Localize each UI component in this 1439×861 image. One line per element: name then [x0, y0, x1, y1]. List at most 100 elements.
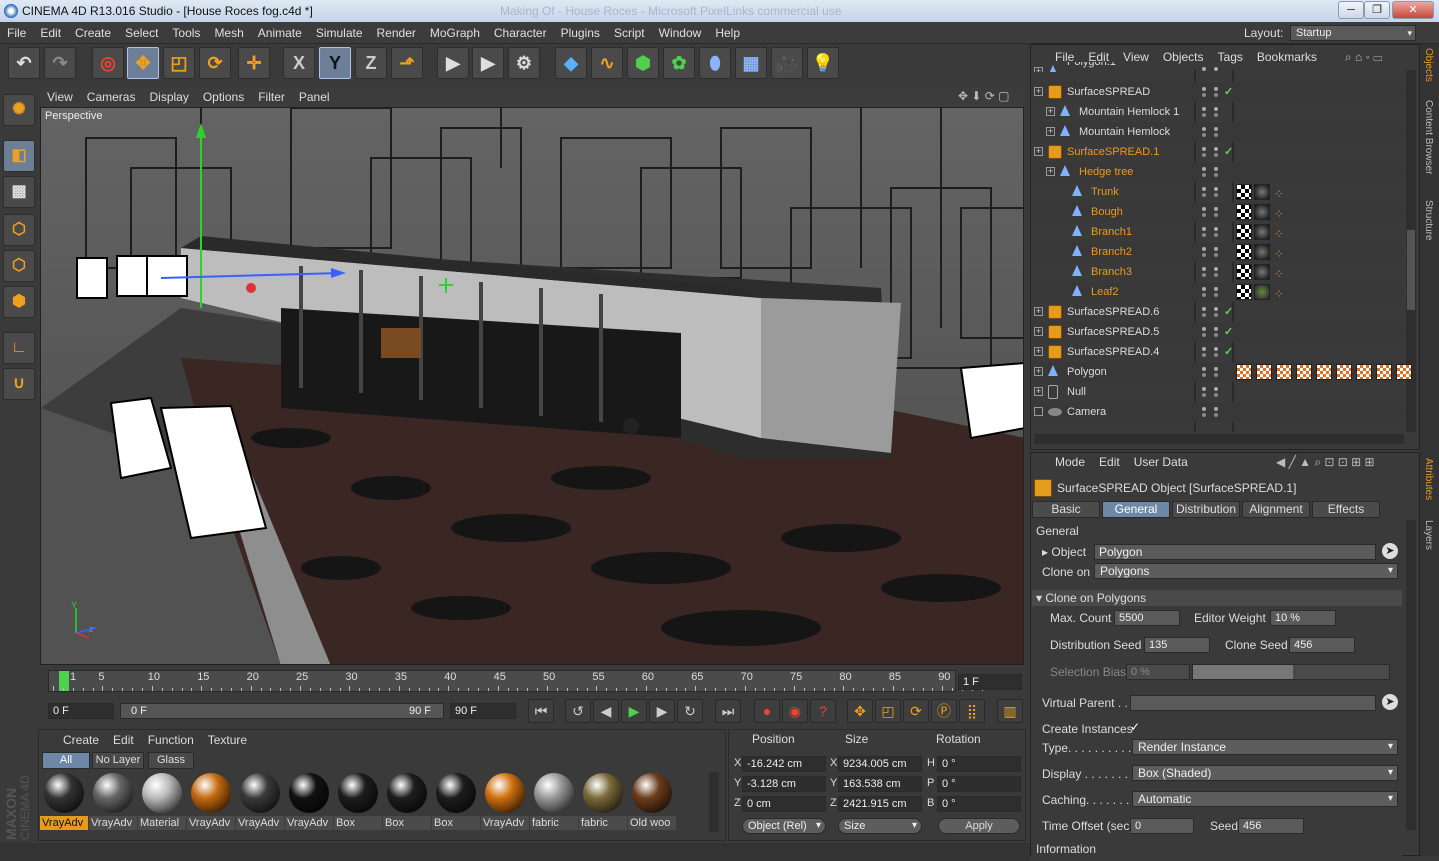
visibility-dots-icon[interactable] — [1202, 87, 1206, 97]
viewport-menu-view[interactable]: View — [40, 87, 80, 107]
object-row[interactable]: + Mountain Hemlock 1 — [1032, 102, 1404, 122]
key-pla-icon[interactable]: ⣿ — [959, 699, 985, 723]
position-field[interactable]: -16.242 cm — [742, 756, 826, 772]
expand-icon[interactable]: + — [1034, 307, 1043, 316]
keyframe-selection-icon[interactable]: ? — [810, 699, 836, 723]
record-keys-icon[interactable]: ● — [754, 699, 780, 723]
end-frame-field[interactable]: 90 F — [450, 703, 516, 719]
menu-mesh[interactable]: Mesh — [207, 22, 250, 44]
side-tab-structure[interactable]: Structure — [1423, 200, 1434, 241]
menu-create[interactable]: Create — [68, 22, 118, 44]
prev-frame-icon[interactable]: ◀ — [593, 699, 619, 723]
time-offset-field[interactable]: 0 — [1130, 818, 1194, 834]
visibility-dots-icon[interactable] — [1202, 207, 1206, 217]
attribute-menu-mode[interactable]: Mode — [1048, 449, 1092, 475]
object-row[interactable]: + SurfaceSPREAD.5 ✓ — [1032, 322, 1404, 342]
object-row[interactable]: + Mountain Hemlock — [1032, 122, 1404, 142]
attribute-tab-distribution[interactable]: Distribution — [1172, 501, 1240, 518]
texture-tag-icon[interactable] — [1236, 204, 1252, 220]
start-frame-field[interactable]: 0 F — [48, 703, 114, 719]
type-select[interactable]: Render Instance — [1132, 739, 1398, 755]
viewport-menu-cameras[interactable]: Cameras — [80, 87, 143, 107]
texture-tag-icon[interactable] — [1396, 364, 1412, 380]
enabled-check-icon[interactable]: ✓ — [1224, 142, 1233, 162]
material-swatch[interactable]: Material — [138, 771, 186, 831]
object-row[interactable]: Branch3 ⁘ — [1032, 262, 1404, 282]
side-tab-content-browser[interactable]: Content Browser — [1423, 100, 1434, 174]
camera-icon[interactable]: 🎥 — [771, 47, 803, 79]
array-icon[interactable]: ✿ — [663, 47, 695, 79]
seed-field[interactable]: 456 — [1238, 818, 1304, 834]
attribute-scrollbar[interactable] — [1406, 520, 1416, 830]
attribute-tab-effects[interactable]: Effects — [1312, 501, 1380, 518]
enabled-check-icon[interactable]: ✓ — [1224, 322, 1233, 342]
max-count-field[interactable]: 5500 — [1114, 610, 1180, 626]
menu-select[interactable]: Select — [118, 22, 165, 44]
material-menu-texture[interactable]: Texture — [201, 730, 254, 750]
clone-on-select[interactable]: Polygons — [1094, 563, 1398, 579]
material-swatch[interactable]: fabric — [579, 771, 627, 831]
texture-tag-icon[interactable] — [1236, 224, 1252, 240]
material-swatch[interactable]: VrayAdv — [481, 771, 529, 831]
next-key-icon[interactable]: ↻ — [677, 699, 703, 723]
material-swatch[interactable]: Old woo — [628, 771, 676, 831]
material-swatch[interactable]: Box — [383, 771, 431, 831]
recent-tools-icon[interactable]: ✛ — [238, 47, 270, 79]
coord-size-select[interactable]: Size — [838, 818, 922, 834]
create-instances-checkbox[interactable]: ✓ — [1130, 721, 1143, 734]
virtual-parent-field[interactable] — [1130, 695, 1376, 711]
key-parameter-icon[interactable]: Ⓟ — [931, 699, 957, 723]
move-tool-icon[interactable]: ✥ — [127, 47, 159, 79]
attribute-menu-user-data[interactable]: User Data — [1127, 449, 1195, 475]
selection-bias-field[interactable]: 0 % — [1126, 664, 1190, 680]
render-dots-icon[interactable] — [1214, 407, 1218, 417]
timeline-window-icon[interactable]: ▥ — [997, 699, 1023, 723]
timeline-ruler[interactable]: 1 051015202530354045505560657075808590 — [48, 670, 983, 692]
visibility-dots-icon[interactable] — [1202, 367, 1206, 377]
texture-tag-icon[interactable] — [1236, 264, 1252, 280]
render-picture-viewer-icon[interactable]: ▶ — [472, 47, 504, 79]
menu-plugins[interactable]: Plugins — [554, 22, 607, 44]
layout-select[interactable]: Startup ▾ — [1290, 25, 1416, 41]
floor-icon[interactable]: ▦ — [735, 47, 767, 79]
expand-icon[interactable]: + — [1034, 87, 1043, 96]
texture-tag-icon[interactable] — [1376, 364, 1392, 380]
material-menu-function[interactable]: Function — [141, 730, 201, 750]
selection-bias-slider[interactable] — [1192, 664, 1390, 680]
clone-seed-field[interactable]: 456 — [1289, 637, 1355, 653]
play-icon[interactable]: ▶ — [621, 699, 647, 723]
tag-dots-icon[interactable]: ⁘ — [1274, 224, 1284, 244]
material-scrollbar[interactable] — [709, 772, 719, 832]
spline-icon[interactable]: ∿ — [591, 47, 623, 79]
edges-mode-icon[interactable]: ⬡ — [3, 250, 35, 282]
redo-button[interactable]: ↷ — [44, 47, 76, 79]
material-swatch[interactable]: VrayAdv — [285, 771, 333, 831]
pick-object-icon[interactable]: ➤ — [1382, 543, 1398, 559]
distribution-seed-field[interactable]: 135 — [1144, 637, 1210, 653]
snap-icon[interactable]: ∪ — [3, 368, 35, 400]
enabled-check-icon[interactable]: ✓ — [1224, 82, 1233, 102]
expand-icon[interactable]: + — [1034, 327, 1043, 336]
expand-icon[interactable]: + — [1034, 387, 1043, 396]
undo-button[interactable]: ↶ — [8, 47, 40, 79]
side-tab-layers[interactable]: Layers — [1423, 520, 1434, 550]
object-row[interactable]: + SurfaceSPREAD.1 ✓ — [1032, 142, 1404, 162]
texture-tag-icon[interactable] — [1336, 364, 1352, 380]
material-menu-edit[interactable]: Edit — [106, 730, 141, 750]
points-mode-icon[interactable]: ⬡ — [3, 214, 35, 246]
object-row[interactable]: + Polygon — [1032, 362, 1412, 382]
object-row[interactable]: Branch2 ⁘ — [1032, 242, 1404, 262]
texture-tag-icon[interactable] — [1256, 364, 1272, 380]
visibility-dots-icon[interactable] — [1202, 167, 1206, 177]
prev-key-icon[interactable]: ↺ — [565, 699, 591, 723]
attribute-tab-basic[interactable]: Basic — [1032, 501, 1100, 518]
menu-file[interactable]: File — [0, 22, 33, 44]
object-row[interactable]: + Null — [1032, 382, 1404, 402]
preview-range-slider[interactable]: 0 F 90 F — [120, 703, 444, 719]
key-position-icon[interactable]: ✥ — [847, 699, 873, 723]
render-dots-icon[interactable] — [1214, 87, 1218, 97]
render-dots-icon[interactable] — [1214, 367, 1218, 377]
position-field[interactable]: 0 cm — [742, 796, 826, 812]
menu-character[interactable]: Character — [487, 22, 554, 44]
tag-dots-icon[interactable]: ⁘ — [1274, 264, 1284, 284]
